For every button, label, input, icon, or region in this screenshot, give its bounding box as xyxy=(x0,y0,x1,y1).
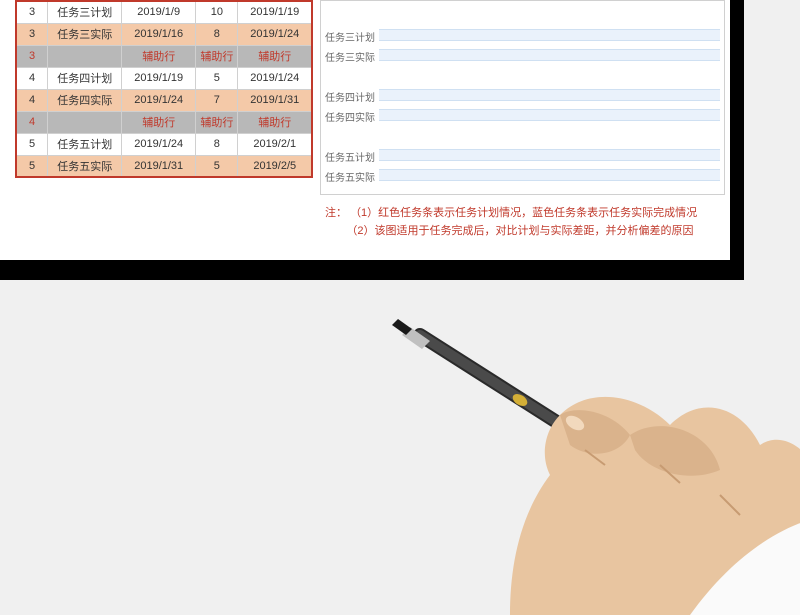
cell-name[interactable] xyxy=(48,45,122,67)
cell-idx[interactable]: 4 xyxy=(16,111,48,133)
table-row[interactable]: 4任务四计划2019/1/1952019/1/24 xyxy=(16,67,312,89)
cell-idx[interactable]: 5 xyxy=(16,133,48,155)
cell-date2[interactable]: 2019/1/19 xyxy=(238,1,312,23)
cell-days[interactable]: 辅助行 xyxy=(196,111,238,133)
note-line2: （2）该图适用于任务完成后，对比计划与实际差距，并分析偏差的原因 xyxy=(346,225,693,237)
cell-date1[interactable]: 2019/1/16 xyxy=(122,23,196,45)
table-row[interactable]: 5任务五实际2019/1/3152019/2/5 xyxy=(16,155,312,177)
table-row[interactable]: 4辅助行辅助行辅助行 xyxy=(16,111,312,133)
note-prefix: 注： xyxy=(325,207,347,219)
cell-date1[interactable]: 辅助行 xyxy=(122,111,196,133)
chart-y-label: 任务四实际 xyxy=(325,109,375,124)
cell-days[interactable]: 辅助行 xyxy=(196,45,238,67)
cell-date2[interactable]: 2019/2/1 xyxy=(238,133,312,155)
chart-y-label: 任务五实际 xyxy=(325,169,375,184)
table-row[interactable]: 3辅助行辅助行辅助行 xyxy=(16,45,312,67)
spreadsheet-sheet: 3任务三计划2019/1/9102019/1/193任务三实际2019/1/16… xyxy=(0,0,730,260)
cell-days[interactable]: 8 xyxy=(196,23,238,45)
cell-idx[interactable]: 3 xyxy=(16,45,48,67)
cell-date1[interactable]: 2019/1/31 xyxy=(122,155,196,177)
cell-idx[interactable]: 4 xyxy=(16,67,48,89)
cell-name[interactable]: 任务三计划 xyxy=(48,1,122,23)
cell-date1[interactable]: 2019/1/19 xyxy=(122,67,196,89)
cell-idx[interactable]: 5 xyxy=(16,155,48,177)
cell-date2[interactable]: 2019/1/31 xyxy=(238,89,312,111)
task-table: 3任务三计划2019/1/9102019/1/193任务三实际2019/1/16… xyxy=(15,0,313,178)
cell-idx[interactable]: 4 xyxy=(16,89,48,111)
cell-date2[interactable]: 辅助行 xyxy=(238,45,312,67)
chart-y-labels: 任务三计划任务三实际任务四计划任务四实际任务五计划任务五实际 xyxy=(321,1,379,194)
note-line1: （1）红色任务条表示任务计划情况，蓝色任务条表示任务实际完成情况 xyxy=(350,207,697,219)
cell-date1[interactable]: 辅助行 xyxy=(122,45,196,67)
chart-grid xyxy=(379,1,720,194)
cell-date1[interactable]: 2019/1/24 xyxy=(122,89,196,111)
chart-row-band xyxy=(379,149,720,161)
gantt-chart: 任务三计划任务三实际任务四计划任务四实际任务五计划任务五实际 xyxy=(320,0,725,195)
cell-date2[interactable]: 辅助行 xyxy=(238,111,312,133)
cell-days[interactable]: 7 xyxy=(196,89,238,111)
cell-days[interactable]: 5 xyxy=(196,155,238,177)
cell-date1[interactable]: 2019/1/24 xyxy=(122,133,196,155)
chart-y-label: 任务三计划 xyxy=(325,29,375,44)
chart-row-band xyxy=(379,49,720,61)
cell-name[interactable]: 任务四实际 xyxy=(48,89,122,111)
cell-date2[interactable]: 2019/1/24 xyxy=(238,23,312,45)
cell-date2[interactable]: 2019/1/24 xyxy=(238,67,312,89)
cell-name[interactable] xyxy=(48,111,122,133)
table-row[interactable]: 4任务四实际2019/1/2472019/1/31 xyxy=(16,89,312,111)
cell-date2[interactable]: 2019/2/5 xyxy=(238,155,312,177)
chart-y-label: 任务五计划 xyxy=(325,149,375,164)
chart-row-band xyxy=(379,29,720,41)
cell-name[interactable]: 任务三实际 xyxy=(48,23,122,45)
chart-row-band xyxy=(379,89,720,101)
cell-name[interactable]: 任务五计划 xyxy=(48,133,122,155)
cell-days[interactable]: 8 xyxy=(196,133,238,155)
table-row[interactable]: 5任务五计划2019/1/2482019/2/1 xyxy=(16,133,312,155)
cell-idx[interactable]: 3 xyxy=(16,1,48,23)
chart-row-band xyxy=(379,109,720,121)
chart-y-label: 任务四计划 xyxy=(325,89,375,104)
cell-name[interactable]: 任务五实际 xyxy=(48,155,122,177)
table-row[interactable]: 3任务三计划2019/1/9102019/1/19 xyxy=(16,1,312,23)
cell-days[interactable]: 10 xyxy=(196,1,238,23)
cell-name[interactable]: 任务四计划 xyxy=(48,67,122,89)
table-row[interactable]: 3任务三实际2019/1/1682019/1/24 xyxy=(16,23,312,45)
chart-y-label: 任务三实际 xyxy=(325,49,375,64)
chart-note: 注： （1）红色任务条表示任务计划情况，蓝色任务条表示任务实际完成情况 （2）该… xyxy=(325,205,725,240)
cell-days[interactable]: 5 xyxy=(196,67,238,89)
cell-date1[interactable]: 2019/1/9 xyxy=(122,1,196,23)
chart-row-band xyxy=(379,169,720,181)
cell-idx[interactable]: 3 xyxy=(16,23,48,45)
